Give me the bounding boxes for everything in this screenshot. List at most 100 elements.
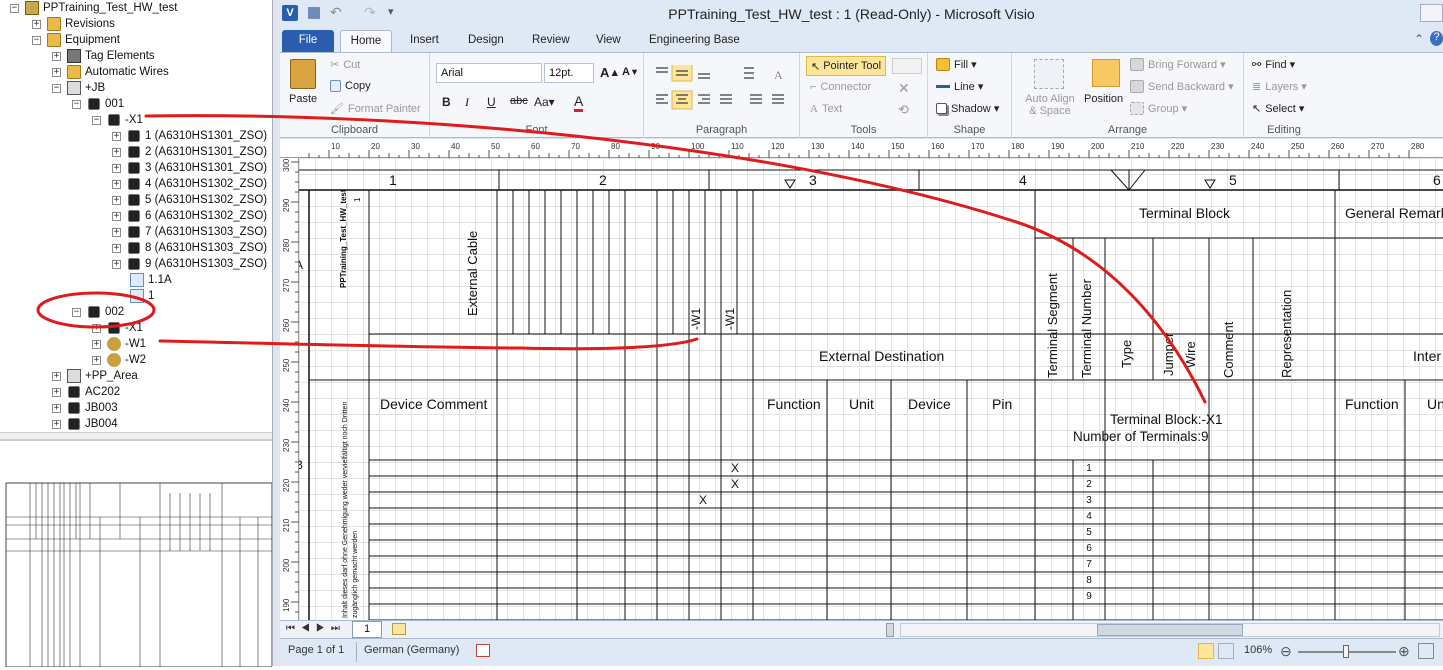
collapse-icon[interactable]: − <box>72 307 81 317</box>
page-tab-1[interactable]: 1 <box>352 621 382 638</box>
collapse-ribbon-icon[interactable]: ⌃ <box>1414 32 1424 46</box>
tree-item-001[interactable]: − 001 <box>72 96 124 112</box>
find-button[interactable]: ⚯ Find ▾ <box>1252 58 1295 72</box>
collapse-icon[interactable]: − <box>10 3 19 13</box>
vertical-ruler[interactable]: 300 290 280 270 260 250 240 230 220 210 200 190 <box>280 158 299 623</box>
page-nav-icons[interactable]: ⏮◀▶⏭ <box>286 623 346 634</box>
tree-item-pp-area[interactable]: + +PP_Area <box>52 368 138 384</box>
tree-root[interactable]: − PPTraining_Test_HW_test <box>10 0 177 16</box>
drawing-canvas[interactable]: 1 2 3 4 5 6 A B PPTraining_Test_HW_test … <box>299 158 1443 620</box>
split-handle[interactable] <box>886 623 894 637</box>
grow-font-icon[interactable]: A ▲ <box>600 65 620 80</box>
tree-item-tag-elements[interactable]: + Tag Elements <box>52 48 155 64</box>
tab-engineering-base[interactable]: Engineering Base <box>641 30 748 52</box>
expand-icon[interactable]: + <box>112 227 121 237</box>
group-button[interactable]: Group ▾ <box>1130 102 1187 115</box>
expand-icon[interactable]: + <box>92 355 101 365</box>
tree-item-jb[interactable]: − +JB <box>52 80 105 96</box>
font-name-select[interactable]: Arial <box>436 63 542 83</box>
tree-item-ac202[interactable]: + AC202 <box>52 384 120 400</box>
help-icon[interactable]: ? <box>1430 31 1443 46</box>
send-backward-button[interactable]: Send Backward ▾ <box>1130 80 1234 93</box>
collapse-icon[interactable]: − <box>52 83 61 93</box>
expand-icon[interactable]: + <box>112 147 121 157</box>
fit-to-window-icon[interactable] <box>1418 643 1434 659</box>
zoom-in-icon[interactable]: ⊕ <box>1398 643 1410 660</box>
tree-item-automatic-wires[interactable]: + Automatic Wires <box>52 64 169 80</box>
insert-page-icon[interactable] <box>392 623 406 635</box>
tab-review[interactable]: Review <box>524 30 578 52</box>
expand-icon[interactable]: + <box>52 387 61 397</box>
zoom-level[interactable]: 106% <box>1244 644 1272 656</box>
shape-picker-button[interactable] <box>892 58 922 74</box>
expand-icon[interactable]: + <box>52 419 61 429</box>
tab-view[interactable]: View <box>588 30 629 52</box>
close-shape-icon[interactable]: ✕ <box>898 80 910 97</box>
tree-item-1[interactable]: 1 <box>130 288 154 304</box>
expand-icon[interactable]: + <box>112 163 121 173</box>
collapse-icon[interactable]: − <box>32 35 41 45</box>
tree-item-002[interactable]: − 002 <box>72 304 124 320</box>
full-screen-icon[interactable] <box>1218 643 1234 659</box>
connection-point-icon[interactable]: ⟲ <box>898 102 909 118</box>
fill-button[interactable]: Fill ▾ <box>936 58 977 71</box>
expand-icon[interactable]: + <box>112 195 121 205</box>
tree-item-jb004[interactable]: + JB004 <box>52 416 118 432</box>
font-size-select[interactable]: 12pt. <box>544 63 594 83</box>
tree-item-revisions[interactable]: + Revisions <box>32 16 115 32</box>
tree-item-terminal[interactable]: +8 (A6310HS1303_ZSO) <box>112 240 267 256</box>
layers-button[interactable]: ≣ Layers ▾ <box>1252 80 1307 94</box>
line-button[interactable]: Line ▾ <box>936 80 983 93</box>
tree-item-equipment[interactable]: − Equipment <box>32 32 120 48</box>
format-painter-button[interactable]: 🖌 Format Painter <box>330 102 421 116</box>
expand-icon[interactable]: + <box>52 371 61 381</box>
expand-icon[interactable]: + <box>92 323 101 333</box>
collapse-icon[interactable]: − <box>92 115 101 125</box>
cut-button[interactable]: ✂ Cut <box>330 58 360 72</box>
paste-icon[interactable] <box>290 59 316 89</box>
horizontal-scrollbar[interactable] <box>900 623 1440 637</box>
auto-align-icon[interactable] <box>1034 59 1064 89</box>
change-case-icon[interactable]: Aa▾ <box>534 95 555 109</box>
normal-view-icon[interactable] <box>1198 643 1214 659</box>
horizontal-ruler[interactable]: 10 20 30 40 50 60 70 80 90 100 110 120 130 140 150 160 1… <box>280 139 1443 158</box>
shrink-font-icon[interactable]: A ▼ <box>622 66 639 78</box>
pane-divider[interactable] <box>272 0 280 666</box>
tree-item-jb003[interactable]: + JB003 <box>52 400 118 416</box>
tab-file[interactable]: File <box>282 30 334 52</box>
tree-item-1-1a[interactable]: 1.1A <box>130 272 172 288</box>
tree-item-terminal[interactable]: +3 (A6310HS1301_ZSO) <box>112 160 267 176</box>
tree-item-w2[interactable]: + -W2 <box>92 352 146 368</box>
expand-icon[interactable]: + <box>92 339 101 349</box>
expand-icon[interactable]: + <box>112 259 121 269</box>
zoom-slider-thumb[interactable] <box>1343 645 1349 658</box>
underline-icon[interactable]: U <box>487 95 496 109</box>
text-tool-button[interactable]: A Text <box>810 103 842 115</box>
expand-icon[interactable]: + <box>52 403 61 413</box>
equipment-tree[interactable]: − PPTraining_Test_HW_test + Revisions − … <box>0 0 272 432</box>
italic-icon[interactable]: I <box>465 95 469 110</box>
pane-splitter[interactable] <box>0 432 272 440</box>
tab-insert[interactable]: Insert <box>402 30 447 52</box>
bring-forward-button[interactable]: Bring Forward ▾ <box>1130 58 1226 71</box>
tree-item-terminal[interactable]: +6 (A6310HS1302_ZSO) <box>112 208 267 224</box>
position-button[interactable]: Position <box>1084 93 1123 105</box>
expand-icon[interactable]: + <box>112 131 121 141</box>
collapse-icon[interactable]: − <box>72 99 81 109</box>
expand-icon[interactable]: + <box>112 243 121 253</box>
tree-item-terminal[interactable]: +5 (A6310HS1302_ZSO) <box>112 192 267 208</box>
language-indicator[interactable]: German (Germany) <box>364 644 459 656</box>
tree-item-x1[interactable]: − -X1 <box>92 112 143 128</box>
tree-item-terminal[interactable]: +1 (A6310HS1301_ZSO) <box>112 128 267 144</box>
bold-icon[interactable]: B <box>442 95 451 109</box>
tree-item-terminal[interactable]: +9 (A6310HS1303_ZSO) <box>112 256 267 272</box>
tree-item-terminal[interactable]: +7 (A6310HS1303_ZSO) <box>112 224 267 240</box>
expand-icon[interactable]: + <box>32 19 41 29</box>
font-color-icon[interactable]: A <box>574 93 584 112</box>
tree-item-w1[interactable]: + -W1 <box>92 336 146 352</box>
expand-icon[interactable]: + <box>112 179 121 189</box>
tree-item-terminal[interactable]: +4 (A6310HS1302_ZSO) <box>112 176 267 192</box>
expand-icon[interactable]: + <box>52 51 61 61</box>
tree-item-x1-b[interactable]: + -X1 <box>92 320 143 336</box>
tab-design[interactable]: Design <box>460 30 512 52</box>
